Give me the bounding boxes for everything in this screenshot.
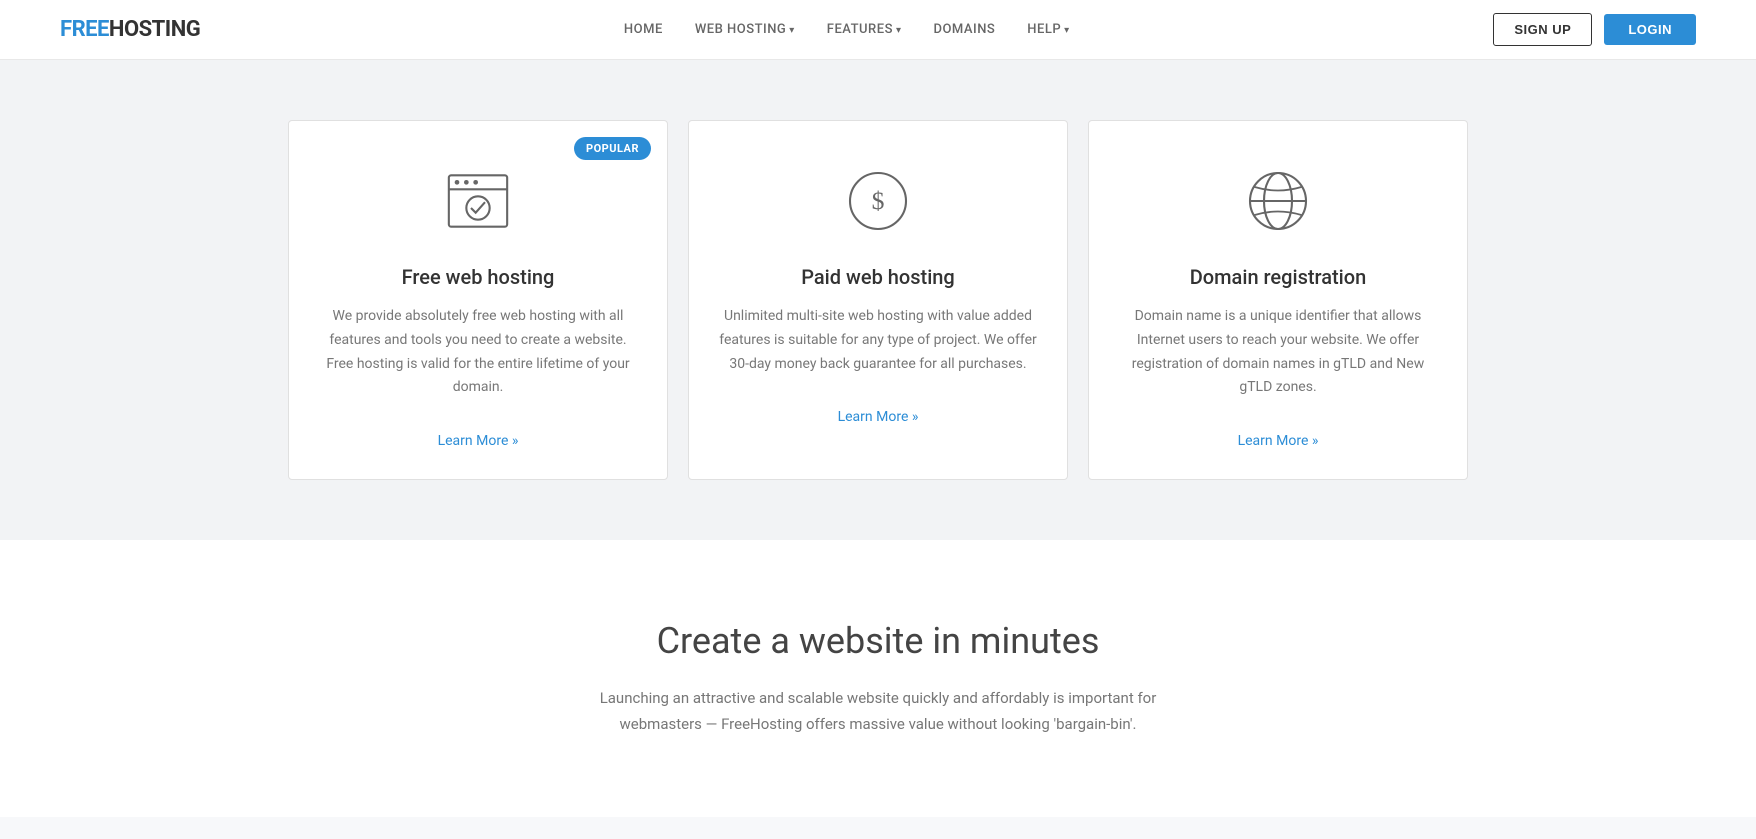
cta-title: Create a website in minutes <box>60 620 1696 662</box>
card-paid-hosting-desc: Unlimited multi-site web hosting with va… <box>719 305 1037 376</box>
dollar-circle-icon: $ <box>838 161 918 241</box>
card-domain-registration: Domain registration Domain name is a uni… <box>1088 120 1468 480</box>
cta-description: Launching an attractive and scalable web… <box>568 686 1188 737</box>
card-free-hosting: POPULAR Free web hosting We provide abso… <box>288 120 668 480</box>
svg-text:$: $ <box>872 186 885 215</box>
nav-features[interactable]: FEATURES <box>827 22 902 37</box>
header-buttons: SIGN UP LOGIN <box>1493 13 1696 46</box>
card-domain-title: Domain registration <box>1119 265 1437 289</box>
globe-icon <box>1238 161 1318 241</box>
card-domain-link[interactable]: Learn More » <box>1238 433 1319 449</box>
cards-section: POPULAR Free web hosting We provide abso… <box>0 60 1756 540</box>
site-logo: FREEHOSTING <box>60 17 200 42</box>
login-button[interactable]: LOGIN <box>1604 14 1696 45</box>
card-paid-hosting: $ Paid web hosting Unlimited multi-site … <box>688 120 1068 480</box>
card-domain-desc: Domain name is a unique identifier that … <box>1119 305 1437 400</box>
nav-home[interactable]: HOME <box>624 22 663 37</box>
main-nav: HOME WEB HOSTING FEATURES DOMAINS HELP <box>624 22 1070 37</box>
card-free-hosting-link[interactable]: Learn More » <box>438 433 519 449</box>
popular-badge: POPULAR <box>574 137 651 160</box>
card-free-hosting-desc: We provide absolutely free web hosting w… <box>319 305 637 400</box>
site-header: FREEHOSTING HOME WEB HOSTING FEATURES DO… <box>0 0 1756 60</box>
nav-web-hosting[interactable]: WEB HOSTING <box>695 22 795 37</box>
logo-hosting: HOSTING <box>109 17 200 42</box>
card-free-hosting-title: Free web hosting <box>319 265 637 289</box>
nav-help[interactable]: HELP <box>1027 22 1069 37</box>
logo-free: FREE <box>60 17 109 42</box>
cta-section: Create a website in minutes Launching an… <box>0 540 1756 817</box>
card-paid-hosting-title: Paid web hosting <box>719 265 1037 289</box>
nav-domains[interactable]: DOMAINS <box>933 22 995 37</box>
signup-button[interactable]: SIGN UP <box>1493 13 1592 46</box>
cards-container: POPULAR Free web hosting We provide abso… <box>278 120 1478 480</box>
card-paid-hosting-link[interactable]: Learn More » <box>838 409 919 425</box>
browser-check-icon <box>438 161 518 241</box>
